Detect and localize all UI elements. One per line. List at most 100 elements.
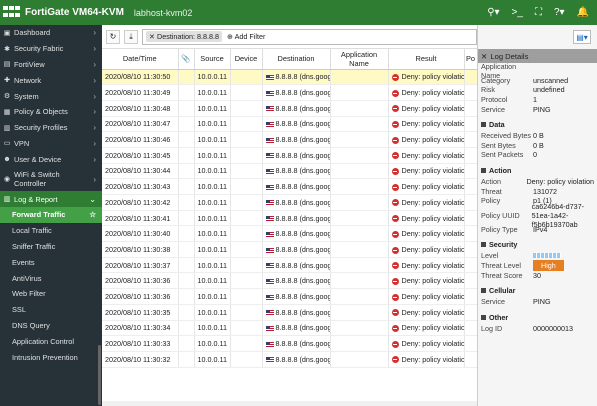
table-row[interactable]: 2020/08/10 11:30:50 10.0.0.11 8.8.8.8 (dns… xyxy=(102,69,478,86)
cell-destination: 8.8.8.8 (dns.google) xyxy=(262,335,331,352)
terminal-icon[interactable]: >_ xyxy=(512,7,523,18)
sidebar-sub-application-control[interactable]: Application Control xyxy=(0,333,102,349)
sidebar-item-network[interactable]: ✚ Network › xyxy=(0,72,102,88)
sidebar-item-user-device[interactable]: ☻ User & Device › xyxy=(0,151,102,167)
col-header-application[interactable]: Application Name xyxy=(330,49,389,70)
close-icon[interactable]: ✕ xyxy=(149,32,155,41)
sidebar-item-fortiview[interactable]: ▤ FortiView › xyxy=(0,57,102,73)
col-header-result[interactable]: Result xyxy=(388,49,465,70)
cell-destination: 8.8.8.8 (dns.google) xyxy=(262,320,331,337)
sidebar-sub-intrusion-prevention[interactable]: Intrusion Prevention xyxy=(0,349,102,365)
table-row[interactable]: 2020/08/10 11:30:36 10.0.0.11 8.8.8.8 (dns… xyxy=(102,288,478,305)
col-header-device[interactable]: Device xyxy=(230,49,263,70)
table-row[interactable]: 2020/08/10 11:30:48 10.0.0.11 8.8.8.8 (dns… xyxy=(102,100,478,117)
cell-device xyxy=(230,210,263,227)
table-row[interactable]: 2020/08/10 11:30:37 10.0.0.11 8.8.8.8 (dns… xyxy=(102,257,478,274)
table-row[interactable]: 2020/08/10 11:30:38 10.0.0.11 8.8.8.8 (dns… xyxy=(102,241,478,258)
detail-field: Service PING xyxy=(481,297,551,307)
download-icon: ⤓ xyxy=(129,31,133,41)
sidebar-item-vpn[interactable]: ▭ VPN › xyxy=(0,136,102,152)
dashboard-icon: ▣ xyxy=(3,29,11,37)
table-row[interactable]: 2020/08/10 11:30:40 10.0.0.11 8.8.8.8 (dns… xyxy=(102,225,478,243)
table-row[interactable]: 2020/08/10 11:30:44 10.0.0.11 8.8.8.8 (dns… xyxy=(102,163,478,180)
table-row[interactable]: 2020/08/10 11:30:47 10.0.0.11 8.8.8.8 (dns… xyxy=(102,116,478,133)
cell-device xyxy=(230,84,263,101)
table-row[interactable]: 2020/08/10 11:30:41 10.0.0.11 8.8.8.8 (dns… xyxy=(102,210,478,227)
table-row[interactable]: 2020/08/10 11:30:43 10.0.0.11 8.8.8.8 (dns… xyxy=(102,178,478,195)
table-row[interactable]: 2020/08/10 11:30:35 10.0.0.11 8.8.8.8 (dns… xyxy=(102,304,478,321)
table-row[interactable]: 2020/08/10 11:30:32 10.0.0.11 8.8.8.8 (dns… xyxy=(102,351,478,368)
sidebar-scrollbar[interactable] xyxy=(98,345,101,405)
section-cellular[interactable]: Cellular xyxy=(481,286,594,295)
section-action[interactable]: Action xyxy=(481,166,594,175)
cell-attachment xyxy=(178,131,195,148)
download-button[interactable]: ⤓ xyxy=(124,29,138,44)
search-icon[interactable]: ⚲▾ xyxy=(487,7,499,18)
star-icon[interactable]: ☆ xyxy=(89,210,96,219)
cell-device xyxy=(230,116,263,133)
details-toggle-button[interactable]: ▤▾ xyxy=(573,30,591,44)
table-row[interactable]: 2020/08/10 11:30:49 10.0.0.11 8.8.8.8 (dns… xyxy=(102,84,478,101)
detail-field: Log ID 0000000013 xyxy=(481,323,573,333)
table-row[interactable]: 2020/08/10 11:30:45 10.0.0.11 8.8.8.8 (dns… xyxy=(102,147,478,164)
col-header-datetime[interactable]: Date/Time xyxy=(102,49,179,70)
sidebar-item-security-profiles[interactable]: ▥ Security Profiles › xyxy=(0,120,102,136)
cell-application xyxy=(330,100,389,117)
col-header-destination[interactable]: Destination xyxy=(262,49,331,70)
cell-destination: 8.8.8.8 (dns.google) xyxy=(262,210,331,227)
refresh-button[interactable]: ↻ xyxy=(106,29,120,44)
cell-device xyxy=(230,147,263,164)
cell-destination: 8.8.8.8 (dns.google) xyxy=(262,194,331,211)
sidebar-sub-web-filter[interactable]: Web Filter xyxy=(0,286,102,302)
sidebar-item-security-fabric[interactable]: ✱ Security Fabric › xyxy=(0,41,102,57)
bell-icon[interactable]: 🔔 xyxy=(577,7,589,18)
cell-policy xyxy=(464,194,478,211)
cell-application xyxy=(330,163,389,180)
top-bar: FortiGate VM64-KVM labhost-kvm02 ⚲▾ >_ ⛶… xyxy=(0,0,597,25)
fullscreen-icon[interactable]: ⛶ xyxy=(535,7,542,18)
sidebar-item-wifi-switch[interactable]: ◉ WiFi & Switch Controller › xyxy=(0,167,102,191)
sidebar-sub-sniffer-traffic[interactable]: Sniffer Traffic xyxy=(0,239,102,255)
sidebar-sub-antivirus[interactable]: AntiVirus xyxy=(0,270,102,286)
table-row[interactable]: 2020/08/10 11:30:33 10.0.0.11 8.8.8.8 (dns… xyxy=(102,335,478,352)
close-icon[interactable]: ✕ xyxy=(481,52,487,61)
section-security[interactable]: Security xyxy=(481,240,594,249)
sidebar-sub-events[interactable]: Events xyxy=(0,254,102,270)
us-flag-icon xyxy=(265,310,274,316)
cell-attachment xyxy=(178,210,195,227)
cell-destination: 8.8.8.8 (dns.google) xyxy=(262,100,331,117)
deny-icon xyxy=(391,105,399,113)
log-table: Date/Time 📎 Source Device Destination Ap… xyxy=(102,49,478,368)
sidebar-item-system[interactable]: ⚙ System › xyxy=(0,88,102,104)
help-icon[interactable]: ?▾ xyxy=(554,7,565,18)
section-data[interactable]: Data xyxy=(481,120,594,129)
sidebar-sub-dns-query[interactable]: DNS Query xyxy=(0,318,102,334)
cell-attachment xyxy=(178,351,195,368)
sidebar-item-policy-objects[interactable]: ▦ Policy & Objects › xyxy=(0,104,102,120)
cell-result: Deny: policy violation xyxy=(388,351,465,368)
cell-device xyxy=(230,131,263,148)
table-row[interactable]: 2020/08/10 11:30:36 10.0.0.11 8.8.8.8 (dns… xyxy=(102,272,478,290)
sidebar-sub-forward-traffic[interactable]: Forward Traffic ☆ xyxy=(0,206,102,223)
refresh-icon: ↻ xyxy=(109,32,117,41)
cell-device xyxy=(230,257,263,274)
cell-policy xyxy=(464,69,478,86)
table-row[interactable]: 2020/08/10 11:30:34 10.0.0.11 8.8.8.8 (dns… xyxy=(102,320,478,337)
filter-bar[interactable]: ✕ Destination: 8.8.8.8 ⊕ Add Filter xyxy=(142,28,477,45)
col-header-source[interactable]: Source xyxy=(194,49,231,70)
sidebar-sub-local-traffic[interactable]: Local Traffic xyxy=(0,223,102,239)
table-row[interactable]: 2020/08/10 11:30:42 10.0.0.11 8.8.8.8 (dns… xyxy=(102,194,478,211)
sidebar-item-dashboard[interactable]: ▣ Dashboard › xyxy=(0,25,102,41)
col-header-policy[interactable]: Po xyxy=(464,49,478,70)
sidebar-sub-ssl[interactable]: SSL xyxy=(0,302,102,318)
filter-chip[interactable]: ✕ Destination: 8.8.8.8 xyxy=(146,31,222,42)
table-row[interactable]: 2020/08/10 11:30:46 10.0.0.11 8.8.8.8 (dns… xyxy=(102,131,478,148)
us-flag-icon xyxy=(265,90,274,96)
add-filter-button[interactable]: ⊕ Add Filter xyxy=(227,32,265,41)
us-flag-icon xyxy=(265,169,274,175)
section-other[interactable]: Other xyxy=(481,313,594,322)
cell-policy xyxy=(464,116,478,133)
col-header-attachment[interactable]: 📎 xyxy=(178,49,195,70)
collapse-icon xyxy=(481,287,486,293)
sidebar-item-log-report[interactable]: ▥ Log & Report ⌄ xyxy=(0,191,102,207)
